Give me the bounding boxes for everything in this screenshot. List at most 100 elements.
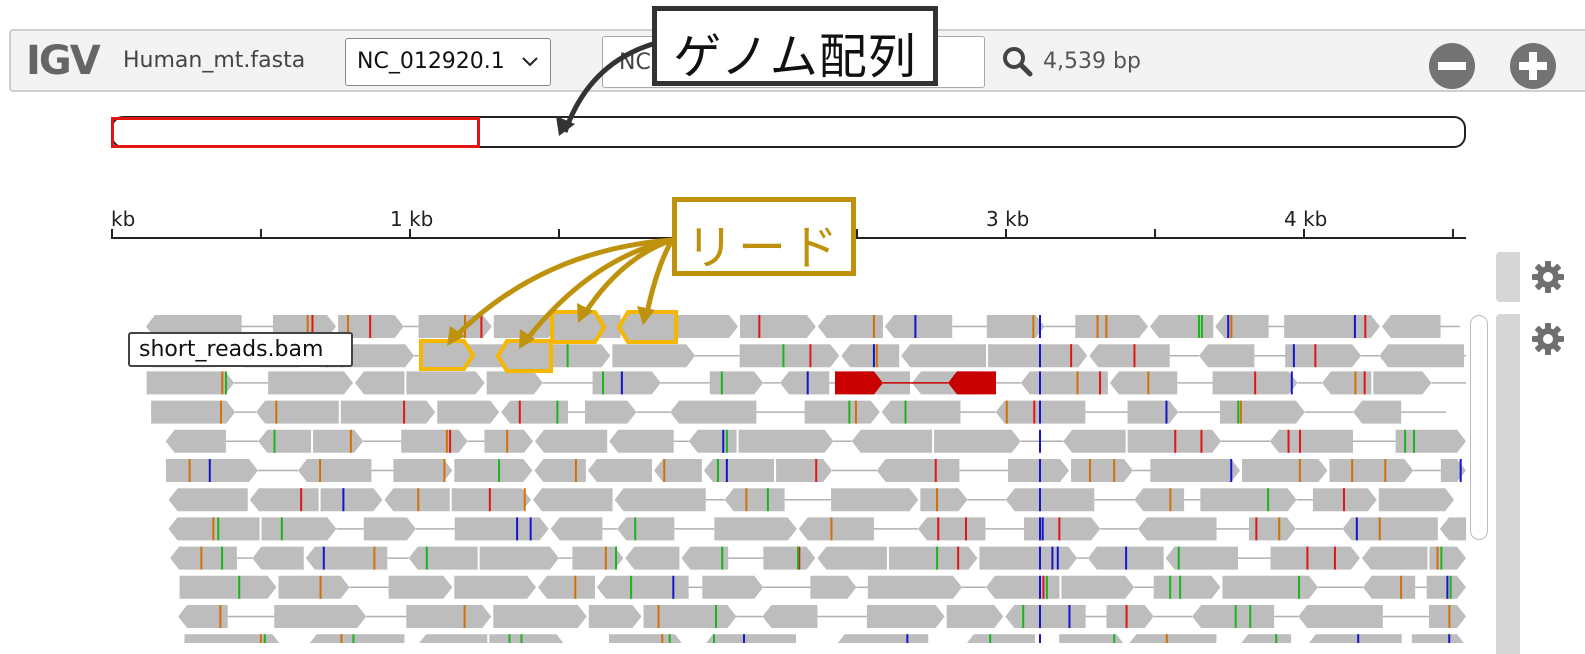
aligned-read	[714, 517, 797, 541]
mismatch-base	[914, 315, 917, 338]
mismatch-base	[342, 488, 345, 512]
aligned-read	[1285, 344, 1362, 368]
mismatch-base	[1255, 517, 1258, 541]
mismatch-base	[1353, 315, 1356, 338]
mismatch-base	[1357, 634, 1360, 643]
mismatch-base	[1076, 371, 1079, 395]
aligned-read	[948, 371, 996, 395]
aligned-read	[534, 459, 586, 482]
mismatch-base	[854, 400, 857, 424]
aligned-read	[1059, 634, 1124, 643]
aligned-read	[249, 488, 319, 512]
aligned-read	[1439, 517, 1466, 541]
mismatch-base	[259, 634, 262, 643]
aligned-read	[876, 459, 960, 482]
aligned-read	[888, 546, 978, 570]
mismatch-base	[1440, 546, 1443, 570]
mismatch-base	[352, 634, 355, 643]
mismatch-base	[1165, 400, 1168, 424]
aligned-read	[804, 400, 880, 424]
aligned-read	[309, 634, 405, 643]
aligned-read	[817, 546, 887, 570]
mismatch-base	[417, 488, 420, 512]
mismatch-base	[634, 517, 637, 541]
mismatch-base	[1169, 575, 1172, 599]
mismatch-base	[1314, 344, 1317, 368]
aligned-read	[837, 634, 929, 643]
mismatch-base	[872, 344, 875, 368]
mismatch-base	[273, 429, 276, 453]
mismatch-base	[809, 344, 812, 368]
mismatch-base	[815, 459, 818, 482]
variant-column	[1039, 517, 1041, 541]
aligned-read	[587, 459, 652, 482]
aligned-read	[1089, 344, 1170, 368]
aligned-read	[986, 575, 1060, 599]
aligned-read	[493, 605, 587, 628]
aligned-read	[866, 605, 945, 628]
mismatch-base	[463, 605, 466, 628]
mismatch-base	[480, 315, 483, 338]
mismatch-base	[1088, 459, 1091, 482]
aligned-read	[901, 344, 987, 368]
track-label[interactable]: short_reads.bam	[128, 332, 353, 367]
aligned-read	[988, 344, 1088, 368]
variant-column	[1039, 315, 1041, 338]
aligned-read	[486, 371, 543, 395]
mismatch-base	[1070, 344, 1073, 368]
mismatch-base	[1363, 371, 1366, 395]
mismatch-base	[672, 575, 675, 599]
mismatch-base	[830, 517, 833, 541]
aligned-read	[670, 400, 757, 424]
mismatch-base	[1275, 634, 1278, 643]
mismatch-base	[1068, 605, 1071, 628]
aligned-read	[1200, 488, 1297, 512]
aligned-read	[703, 459, 775, 482]
aligned-read	[179, 575, 277, 599]
aligned-read	[1020, 371, 1108, 395]
mismatch-base	[529, 517, 532, 541]
aligned-read	[609, 634, 682, 643]
mismatch-base	[1254, 371, 1257, 395]
aligned-read	[354, 371, 405, 395]
mismatch-base	[1165, 634, 1168, 643]
aligned-read	[1440, 459, 1466, 482]
aligned-read	[165, 429, 226, 453]
mismatch-base	[520, 634, 523, 643]
variant-column	[1039, 429, 1041, 453]
aligned-read	[596, 575, 689, 599]
aligned-read	[609, 429, 674, 453]
mismatch-base	[566, 344, 569, 368]
aligned-read	[454, 459, 533, 482]
mismatch-base	[663, 459, 666, 482]
aligned-read	[884, 315, 953, 338]
variant-column	[1039, 575, 1041, 599]
aligned-read	[274, 605, 367, 628]
mismatch-base	[1351, 459, 1354, 482]
mismatch-base	[745, 488, 748, 512]
mismatch-base	[766, 488, 769, 512]
aligned-read	[1426, 575, 1466, 599]
mismatch-base	[340, 634, 343, 643]
variant-column	[1039, 605, 1041, 628]
aligned-read	[384, 488, 450, 512]
aligned-read	[454, 517, 549, 541]
mismatch-base	[630, 575, 633, 599]
aligned-read	[454, 575, 537, 599]
mismatch-base	[506, 429, 509, 453]
aligned-read	[1353, 400, 1402, 424]
mismatch-base	[782, 344, 785, 368]
aligned-read	[532, 488, 613, 512]
aligned-read	[1005, 488, 1095, 512]
aligned-read	[1242, 459, 1328, 482]
aligned-read	[451, 488, 531, 512]
mismatch-base	[217, 517, 220, 541]
mismatch-base	[1174, 429, 1177, 453]
mismatch-base	[1042, 575, 1045, 599]
aligned-read	[313, 429, 364, 453]
aligned-read	[835, 371, 883, 395]
mismatch-base	[716, 459, 719, 482]
aligned-read	[1071, 459, 1133, 482]
aligned-read	[1428, 605, 1466, 628]
mismatch-base	[1298, 575, 1301, 599]
